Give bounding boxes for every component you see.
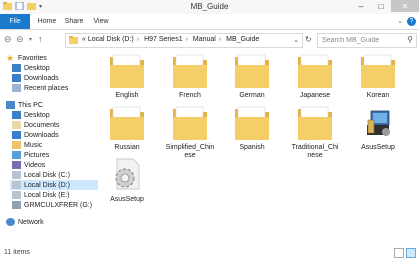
folder-icon (298, 54, 332, 88)
navigation-pane: ★ Favorites Desktop Downloads Recent pla… (0, 51, 100, 246)
item-label: Russian (114, 144, 140, 151)
breadcrumb-overflow[interactable]: « (82, 36, 86, 43)
breadcrumb-item[interactable]: Manual (193, 36, 216, 43)
maximize-button[interactable]: □ (371, 0, 391, 12)
details-view-icon[interactable] (394, 248, 404, 258)
desktop-icon (12, 64, 21, 72)
breadcrumb-item[interactable]: H97 Series1 (144, 36, 183, 43)
item-label: German (239, 92, 265, 99)
recent-places-icon (12, 84, 21, 92)
breadcrumb-item[interactable]: MB_Guide (226, 36, 259, 43)
address-bar[interactable]: « Local Disk (D:) › H97 Series1 › Manual › … (65, 33, 303, 48)
item-label: Simplified_Chinese (165, 144, 215, 159)
folder-icon (173, 54, 207, 88)
folder-icon (361, 54, 395, 88)
tab-home[interactable]: Home (36, 14, 58, 29)
ribbon: File Home Share View ⌄ ? (0, 14, 419, 30)
drive-icon (12, 181, 21, 189)
folder-icon (235, 106, 269, 140)
item-label: English (115, 92, 139, 99)
folder-icon (69, 36, 78, 44)
drive-icon (12, 171, 21, 179)
status-bar: 11 items (0, 248, 419, 258)
close-button[interactable]: ✕ (391, 0, 419, 12)
back-button[interactable]: ⊖ (4, 34, 12, 45)
nav-pc-local-disk-e[interactable]: Local Disk (E:) (12, 190, 70, 200)
downloads-icon (12, 131, 21, 139)
config-file-item[interactable]: AsusSetup (102, 155, 152, 230)
item-label: Japanese (299, 92, 331, 99)
nav-favorites[interactable]: ★ Favorites (6, 53, 47, 63)
nav-pc-videos[interactable]: Videos (12, 160, 45, 170)
item-label: AsusSetup (361, 144, 395, 151)
downloads-icon (12, 74, 21, 82)
star-icon: ★ (6, 53, 15, 63)
search-input[interactable] (322, 35, 402, 45)
item-label: Spanish (239, 144, 265, 151)
nav-favorites-desktop[interactable]: Desktop (12, 63, 50, 73)
pictures-icon (12, 151, 21, 159)
folder-icon (298, 106, 332, 140)
drive-icon (12, 191, 21, 199)
large-icons-view-icon[interactable] (406, 248, 416, 258)
nav-pc-local-disk-d[interactable]: Local Disk (D:) (10, 180, 98, 190)
item-count: 11 items (4, 249, 30, 256)
tab-file[interactable]: File (0, 14, 30, 29)
desktop-icon (12, 111, 21, 119)
nav-pc-downloads[interactable]: Downloads (12, 130, 59, 140)
navigation-bar: ⊖ ⊖ ▾ ↑ « Local Disk (D:) › H97 Series1 › … (0, 30, 419, 50)
dvd-drive-icon (12, 201, 21, 209)
music-icon (12, 141, 21, 149)
application-item[interactable]: AsusSetup (353, 103, 403, 178)
tab-view[interactable]: View (90, 14, 112, 29)
nav-pc-music[interactable]: Music (12, 140, 42, 150)
folder-item[interactable]: Spanish (227, 103, 277, 178)
network-icon (6, 218, 15, 226)
nav-favorites-recent-places[interactable]: Recent places (12, 83, 68, 93)
folder-icon (110, 106, 144, 140)
up-button[interactable]: ↑ (38, 34, 43, 44)
recent-locations-icon[interactable]: ▾ (29, 36, 32, 43)
forward-button[interactable]: ⊖ (16, 34, 24, 45)
tab-share[interactable]: Share (62, 14, 86, 29)
nav-pc-desktop[interactable]: Desktop (12, 110, 50, 120)
item-label: French (179, 92, 201, 99)
documents-icon (12, 121, 21, 129)
search-icon[interactable]: ⚲ (407, 35, 413, 44)
gear-icon (115, 158, 140, 190)
nav-this-pc[interactable]: This PC (6, 100, 43, 110)
folder-item[interactable]: Traditional_Chinese (290, 103, 340, 178)
nav-network[interactable]: Network (6, 217, 44, 227)
search-box[interactable]: ⚲ (317, 33, 417, 48)
folder-item[interactable]: Simplified_Chinese (165, 103, 215, 178)
folder-icon (110, 54, 144, 88)
minimize-button[interactable]: ‒ (351, 0, 371, 12)
file-list: English French German Japanese Korean Ru… (100, 51, 419, 246)
videos-icon (12, 161, 21, 169)
help-icon[interactable]: ? (407, 17, 416, 26)
breadcrumb-item[interactable]: Local Disk (D:) (88, 36, 134, 43)
address-dropdown-icon[interactable]: ⌄ (293, 36, 299, 44)
nav-pc-drive-g[interactable]: GRMCULXFRER (G:) (12, 200, 92, 210)
item-label: Traditional_Chinese (291, 144, 339, 159)
setup-application-icon (367, 110, 390, 136)
folder-icon (235, 54, 269, 88)
nav-pc-local-disk-c[interactable]: Local Disk (C:) (12, 170, 70, 180)
refresh-icon[interactable]: ↻ (305, 35, 312, 44)
title-bar: ▾ MB_Guide ‒ □ ✕ (0, 0, 419, 14)
item-label: AsusSetup (110, 196, 144, 203)
folder-icon (173, 106, 207, 140)
item-label: Korean (366, 92, 390, 99)
nav-pc-pictures[interactable]: Pictures (12, 150, 49, 160)
nav-favorites-downloads[interactable]: Downloads (12, 73, 59, 83)
nav-pc-documents[interactable]: Documents (12, 120, 59, 130)
computer-icon (6, 101, 15, 109)
expand-ribbon-icon[interactable]: ⌄ (397, 17, 403, 25)
